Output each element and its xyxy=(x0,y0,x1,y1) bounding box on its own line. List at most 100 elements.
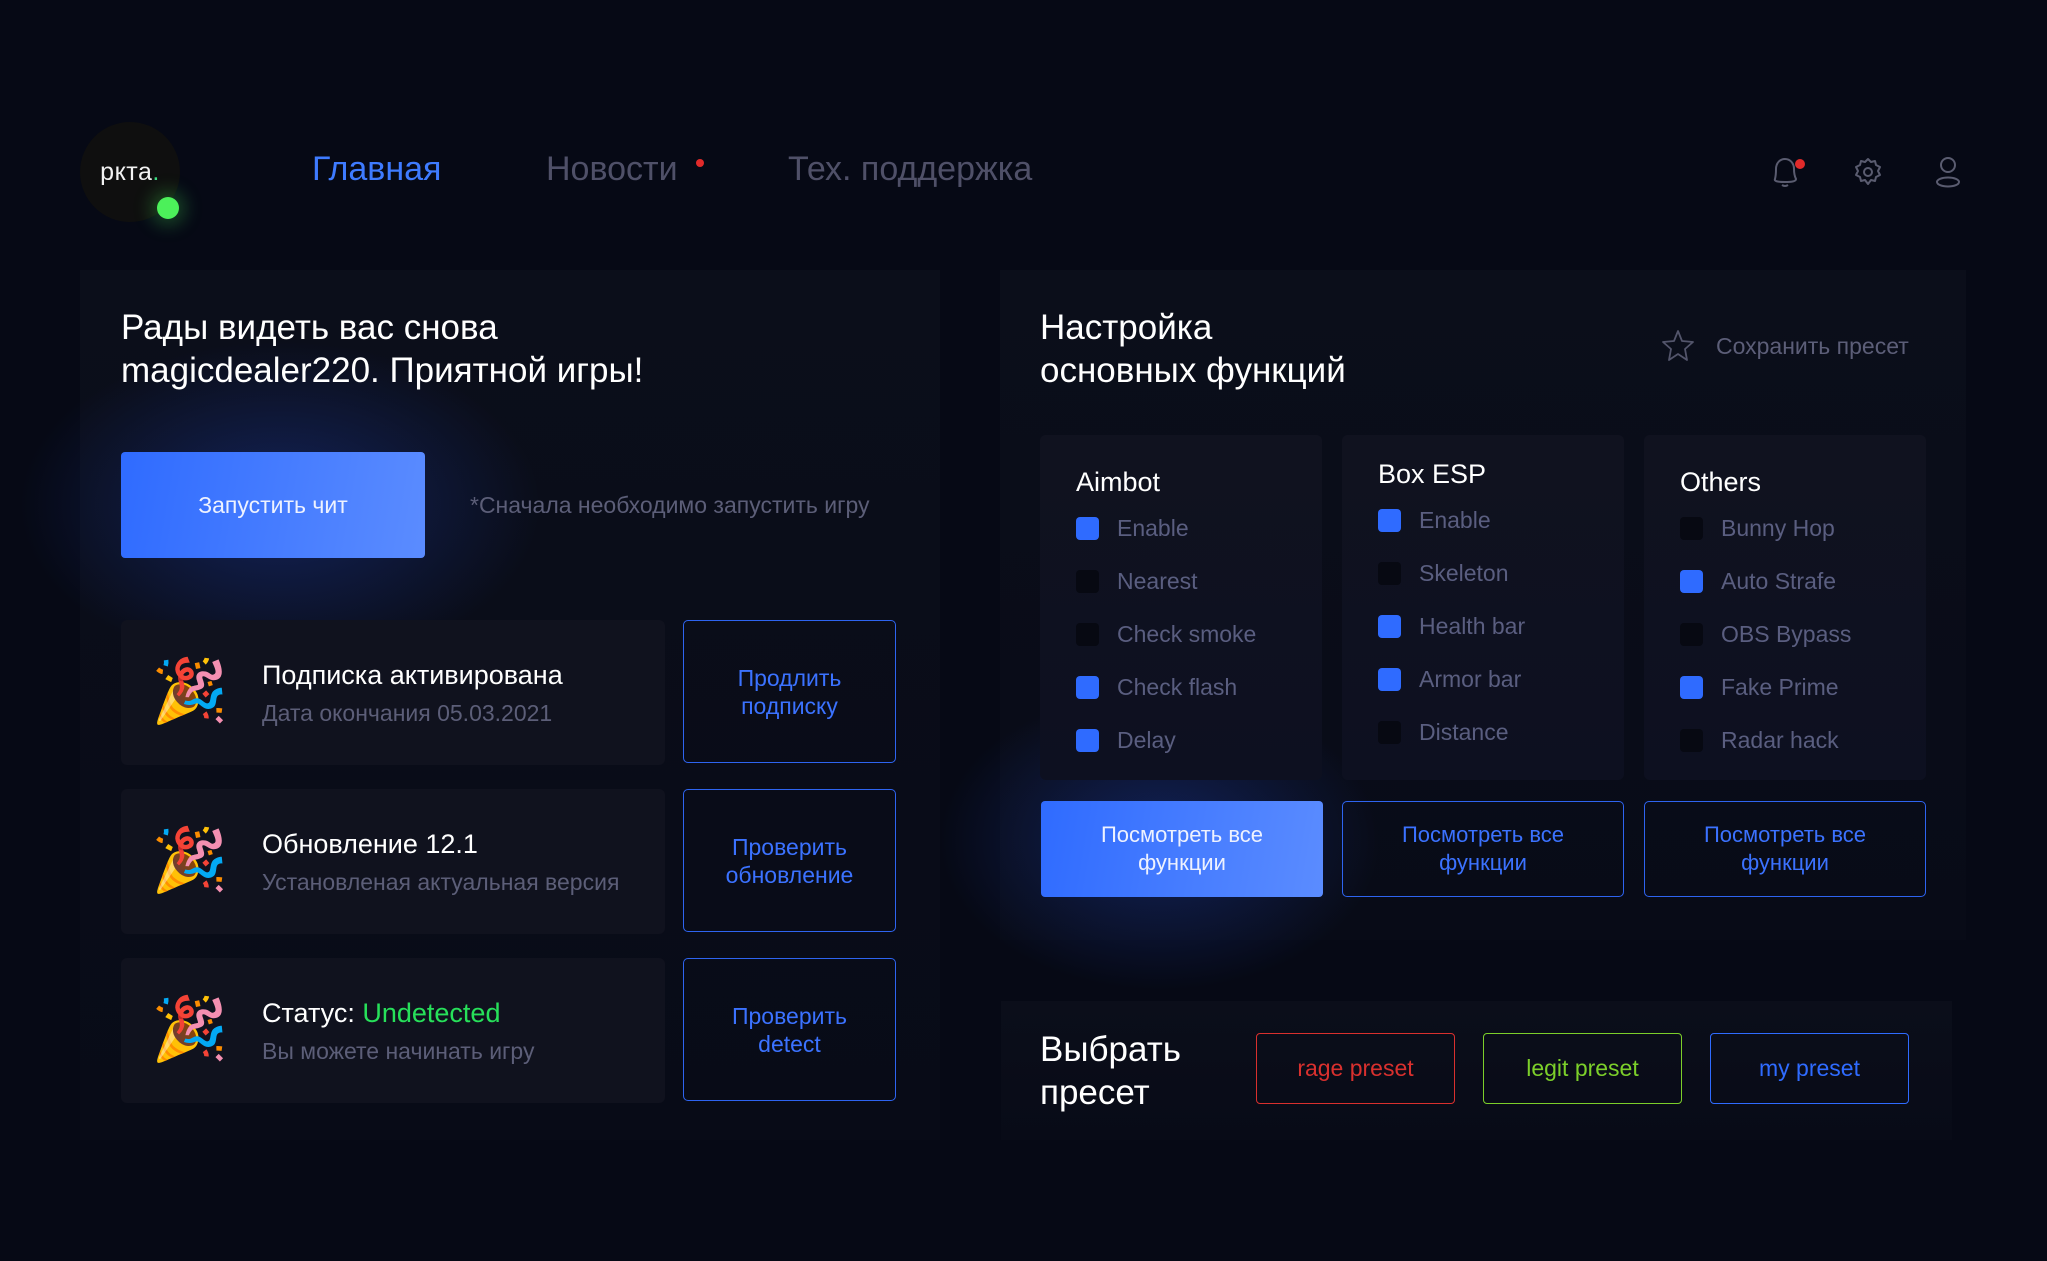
feature-toggle[interactable]: Skeleton xyxy=(1378,560,1509,587)
feature-label: Bunny Hop xyxy=(1721,515,1835,541)
feature-label: Distance xyxy=(1419,719,1509,745)
feature-column-others: Others Bunny Hop Auto Strafe OBS Bypass … xyxy=(1644,435,1926,780)
feature-toggle[interactable]: Delay xyxy=(1076,727,1176,754)
welcome-title-line2: magicdealer220. Приятной игры! xyxy=(121,351,644,390)
news-notification-dot xyxy=(696,159,704,167)
checkbox-checked[interactable] xyxy=(1378,615,1401,638)
user-icon[interactable] xyxy=(1928,152,1968,192)
bell-notification-badge xyxy=(1795,159,1805,169)
button-line2: обновление xyxy=(725,861,854,888)
feature-toggle[interactable]: Enable xyxy=(1076,515,1189,542)
view-all-box-esp-button[interactable]: Посмотреть все функции xyxy=(1342,801,1624,897)
feature-label: Enable xyxy=(1117,515,1189,541)
status-card: 🎉 Статус: Undetected Вы можете начинать … xyxy=(121,958,665,1103)
feature-column-box-esp: Box ESP Enable Skeleton Health bar Armor… xyxy=(1342,435,1624,780)
checkbox-checked[interactable] xyxy=(1076,676,1099,699)
save-preset-label: Сохранить пресет xyxy=(1716,332,1909,359)
feature-label: Check smoke xyxy=(1117,621,1257,647)
card-subtitle: Вы можете начинать игру xyxy=(262,1038,535,1064)
checkbox[interactable] xyxy=(1378,721,1401,744)
nav-support[interactable]: Тех. поддержка xyxy=(788,150,1032,189)
checkbox[interactable] xyxy=(1680,729,1703,752)
gear-icon[interactable] xyxy=(1848,152,1888,192)
button-line2: функции xyxy=(1439,850,1527,875)
subscription-card: 🎉 Подписка активирована Дата окончания 0… xyxy=(121,620,665,765)
legit-preset-button[interactable]: legit preset xyxy=(1483,1033,1682,1104)
features-title-line2: основных функций xyxy=(1040,351,1346,390)
button-line1: Продлить xyxy=(737,664,842,691)
card-title: Статус: Undetected xyxy=(262,998,500,1029)
button-line1: Посмотреть все xyxy=(1401,822,1565,847)
card-title: Обновление 12.1 xyxy=(262,829,478,859)
party-popper-icon: 🎉 xyxy=(151,657,229,726)
save-preset-button[interactable]: Сохранить пресет xyxy=(1660,328,1909,364)
status-badge: Undetected xyxy=(362,998,501,1028)
feature-toggle[interactable]: Enable xyxy=(1378,507,1491,534)
feature-label: Auto Strafe xyxy=(1721,568,1837,594)
bell-icon[interactable] xyxy=(1765,152,1805,192)
feature-label: Nearest xyxy=(1117,568,1198,594)
checkbox[interactable] xyxy=(1076,623,1099,646)
party-popper-icon: 🎉 xyxy=(151,826,229,895)
star-icon xyxy=(1662,330,1694,361)
button-line1: Посмотреть все xyxy=(1100,822,1264,847)
card-title: Подписка активирована xyxy=(262,660,563,690)
logo-text: ркта. xyxy=(100,158,160,186)
checkbox[interactable] xyxy=(1076,570,1099,593)
preset-title: Выбрать пресет xyxy=(1040,1028,1181,1114)
feature-label: Enable xyxy=(1419,507,1491,533)
button-line2: detect xyxy=(758,1030,821,1057)
button-line1: Проверить xyxy=(731,833,847,860)
button-line2: функции xyxy=(1741,850,1829,875)
features-title: Настройка основных функций xyxy=(1040,306,1346,392)
feature-toggle[interactable]: Check flash xyxy=(1076,674,1237,701)
feature-label: Skeleton xyxy=(1419,560,1509,586)
rage-preset-button[interactable]: rage preset xyxy=(1256,1033,1455,1104)
feature-column-aimbot: Aimbot Enable Nearest Check smoke Check … xyxy=(1040,435,1322,780)
view-all-aimbot-button[interactable]: Посмотреть все функции xyxy=(1041,801,1323,897)
feature-toggle[interactable]: Radar hack xyxy=(1680,727,1839,754)
feature-toggle[interactable]: Health bar xyxy=(1378,613,1525,640)
card-subtitle: Дата окончания 05.03.2021 xyxy=(262,700,553,726)
column-title: Others xyxy=(1680,467,1762,497)
launch-cheat-button[interactable]: Запустить чит xyxy=(121,452,425,558)
feature-toggle[interactable]: OBS Bypass xyxy=(1680,621,1851,648)
column-title: Aimbot xyxy=(1076,467,1161,497)
checkbox-checked[interactable] xyxy=(1378,668,1401,691)
checkbox-checked[interactable] xyxy=(1076,729,1099,752)
welcome-title: Рады видеть вас снова magicdealer220. Пр… xyxy=(121,306,643,392)
feature-toggle[interactable]: Auto Strafe xyxy=(1680,568,1836,595)
feature-label: Check flash xyxy=(1117,674,1238,700)
button-line1: Проверить xyxy=(731,1002,848,1029)
checkbox-checked[interactable] xyxy=(1076,517,1099,540)
feature-label: Fake Prime xyxy=(1721,674,1839,700)
card-subtitle: Установленая актуальная версия xyxy=(262,869,620,895)
my-preset-button[interactable]: my preset xyxy=(1710,1033,1909,1104)
checkbox-checked[interactable] xyxy=(1680,676,1703,699)
checkbox-checked[interactable] xyxy=(1680,570,1703,593)
online-status-indicator xyxy=(157,197,179,219)
feature-toggle[interactable]: Fake Prime xyxy=(1680,674,1839,701)
feature-label: Delay xyxy=(1117,727,1176,753)
check-detect-button[interactable]: Проверить detect xyxy=(683,958,896,1101)
preset-title-line2: пресет xyxy=(1040,1073,1150,1112)
feature-toggle[interactable]: Bunny Hop xyxy=(1680,515,1835,542)
checkbox[interactable] xyxy=(1378,562,1401,585)
button-line1: Посмотреть все xyxy=(1703,822,1867,847)
feature-toggle[interactable]: Armor bar xyxy=(1378,666,1521,693)
checkbox[interactable] xyxy=(1680,517,1703,540)
welcome-title-line1: Рады видеть вас снова xyxy=(121,308,498,347)
extend-subscription-button[interactable]: Продлить подписку xyxy=(683,620,896,763)
check-update-button[interactable]: Проверить обновление xyxy=(683,789,896,932)
feature-label: Health bar xyxy=(1419,613,1526,639)
nav-news[interactable]: Новости xyxy=(546,150,678,189)
checkbox-checked[interactable] xyxy=(1378,509,1401,532)
nav-home[interactable]: Главная xyxy=(312,150,441,189)
status-label: Статус: xyxy=(262,998,363,1028)
feature-label: OBS Bypass xyxy=(1721,621,1852,647)
feature-toggle[interactable]: Nearest xyxy=(1076,568,1198,595)
feature-toggle[interactable]: Check smoke xyxy=(1076,621,1256,648)
checkbox[interactable] xyxy=(1680,623,1703,646)
feature-toggle[interactable]: Distance xyxy=(1378,719,1508,746)
view-all-others-button[interactable]: Посмотреть все функции xyxy=(1644,801,1926,897)
